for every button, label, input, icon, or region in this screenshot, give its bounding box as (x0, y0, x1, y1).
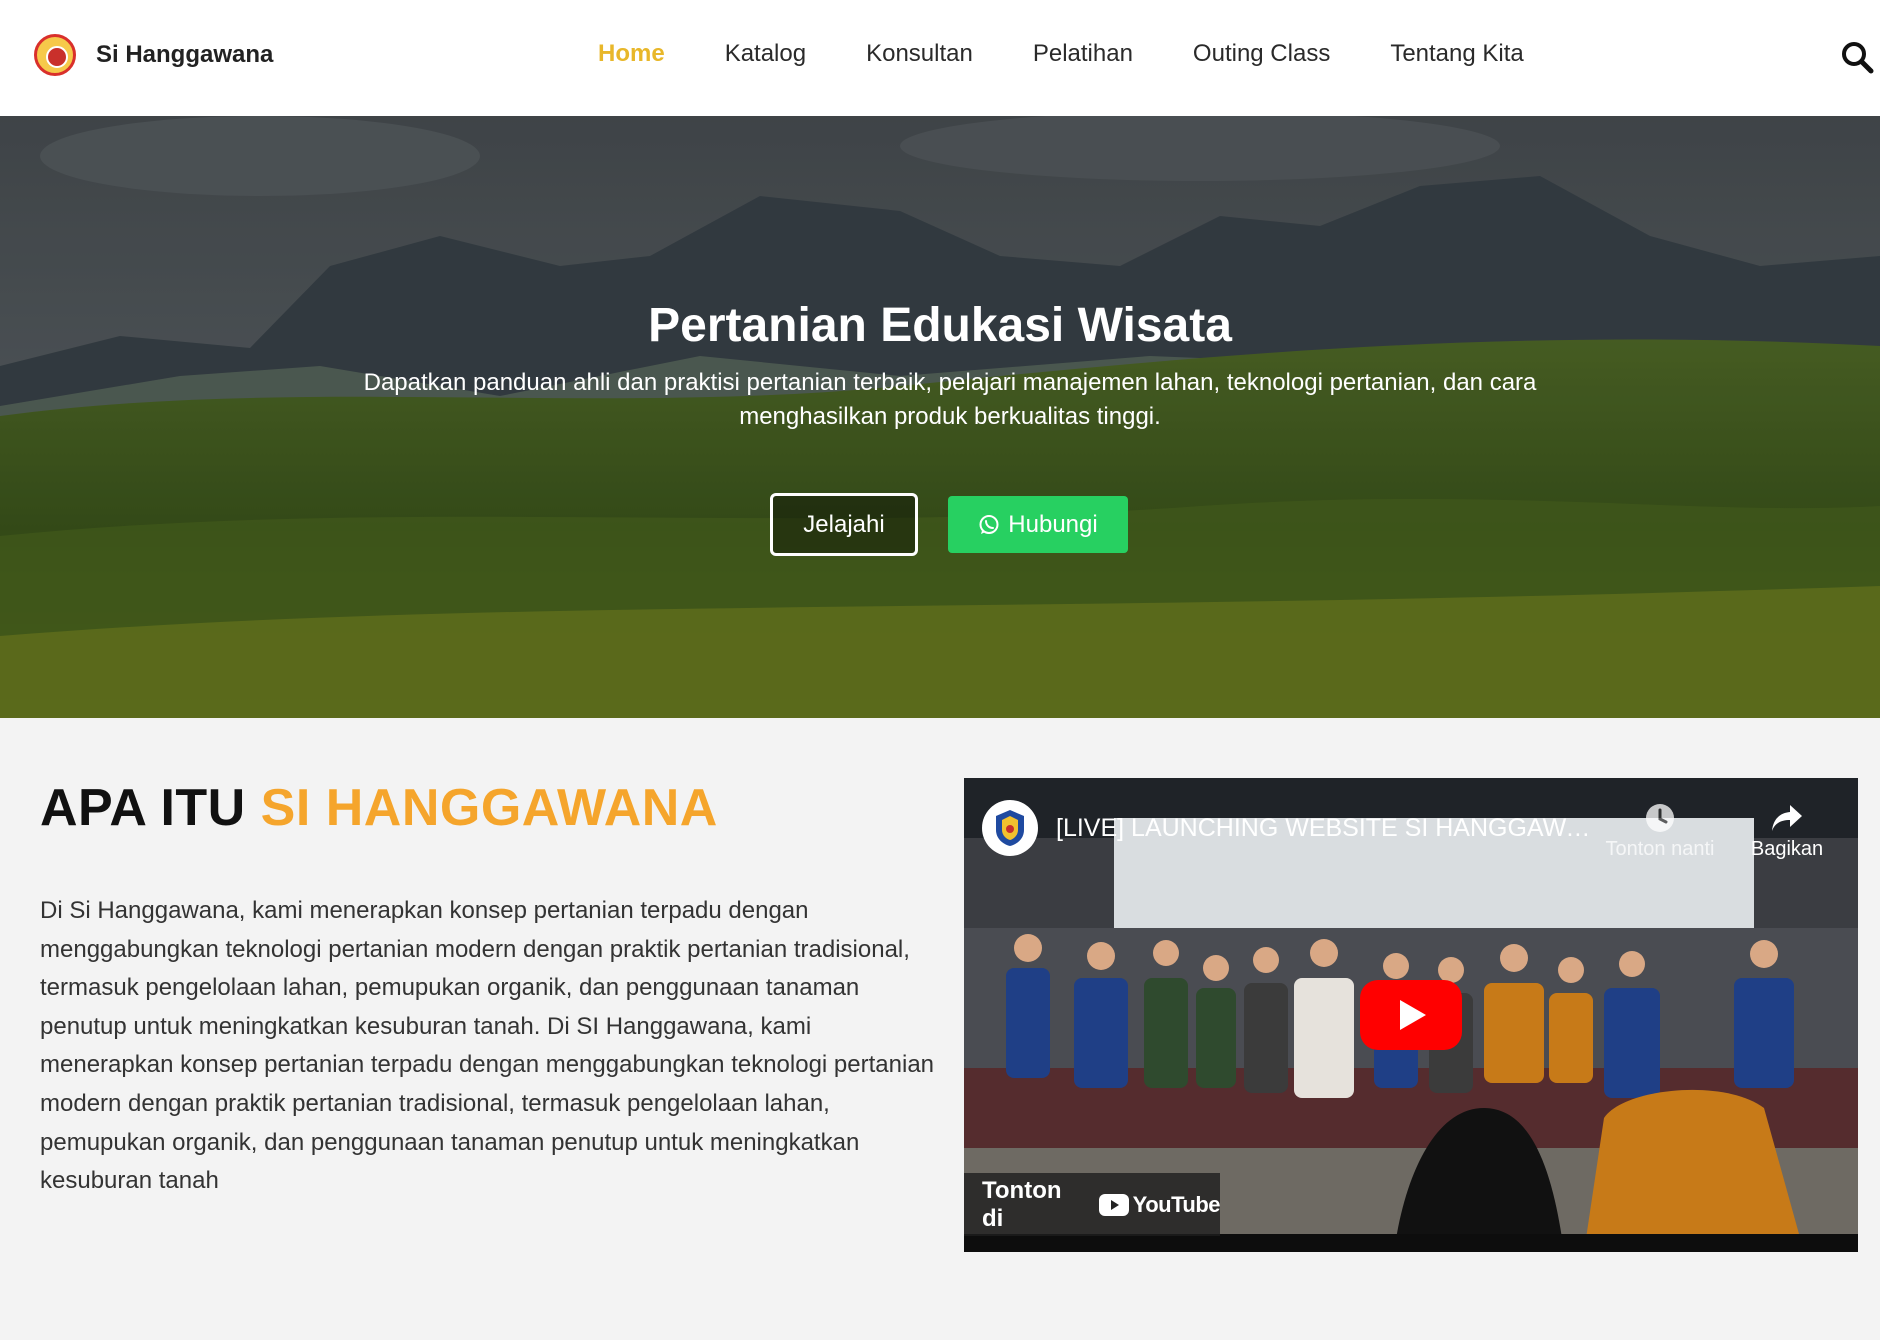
nav-item-outing-class[interactable]: Outing Class (1193, 40, 1330, 68)
play-button-icon[interactable] (1360, 980, 1462, 1050)
nav-item-tentang-kita[interactable]: Tentang Kita (1390, 40, 1523, 68)
brand-link[interactable]: Si Hanggawana (34, 34, 273, 76)
youtube-embed[interactable]: [LIVE] LAUNCHING WEBSITE SI HANGGAWANA I… (964, 778, 1858, 1252)
contact-button[interactable]: Hubungi (948, 496, 1128, 553)
hero-title: Pertanian Edukasi Wisata (648, 299, 1232, 352)
explore-button[interactable]: Jelajahi (770, 493, 918, 556)
nav-item-katalog[interactable]: Katalog (725, 40, 806, 68)
watch-on-label: Tonton di (982, 1176, 1062, 1232)
about-title-part2: SI HANGGAWANA (260, 779, 718, 837)
about-title: APA ITU SI HANGGAWANA (40, 778, 718, 838)
share-label: Bagikan (1750, 838, 1824, 860)
navbar: Si Hanggawana Home Katalog Konsultan Pel… (0, 0, 1880, 116)
youtube-wordmark: YouTube (1132, 1191, 1221, 1217)
youtube-logo-icon: YouTube (1098, 1191, 1221, 1218)
logo-emblem-icon (34, 34, 76, 76)
nav-item-home[interactable]: Home (598, 40, 665, 68)
hero-description: Dapatkan panduan ahli dan praktisi perta… (363, 369, 1537, 430)
clock-icon (1600, 798, 1720, 838)
channel-avatar[interactable] (982, 800, 1038, 856)
about-body: Di Si Hanggawana, kami menerapkan konsep… (40, 897, 935, 1195)
contact-button-label: Hubungi (1008, 510, 1098, 538)
main-menu: Home Katalog Konsultan Pelatihan Outing … (598, 40, 1584, 68)
share-button[interactable]: Bagikan (1732, 798, 1842, 861)
whatsapp-icon (979, 514, 999, 534)
hero-section: Pertanian Edukasi Wisata Dapatkan pandua… (0, 116, 1880, 718)
brand-name: Si Hanggawana (96, 41, 274, 68)
nav-item-pelatihan[interactable]: Pelatihan (1033, 40, 1133, 68)
watch-later-button[interactable]: Tonton nanti (1600, 798, 1720, 861)
nav-item-konsultan[interactable]: Konsultan (866, 40, 973, 68)
video-title[interactable]: [LIVE] LAUNCHING WEBSITE SI HANGGAWANA I… (1056, 814, 1596, 843)
about-title-part1: APA ITU (40, 779, 246, 837)
watch-on-youtube-button[interactable]: Tonton di YouTube (964, 1173, 1221, 1236)
share-arrow-icon (1732, 798, 1842, 838)
watch-later-label: Tonton nanti (1605, 838, 1715, 860)
search-icon[interactable] (1840, 40, 1874, 74)
